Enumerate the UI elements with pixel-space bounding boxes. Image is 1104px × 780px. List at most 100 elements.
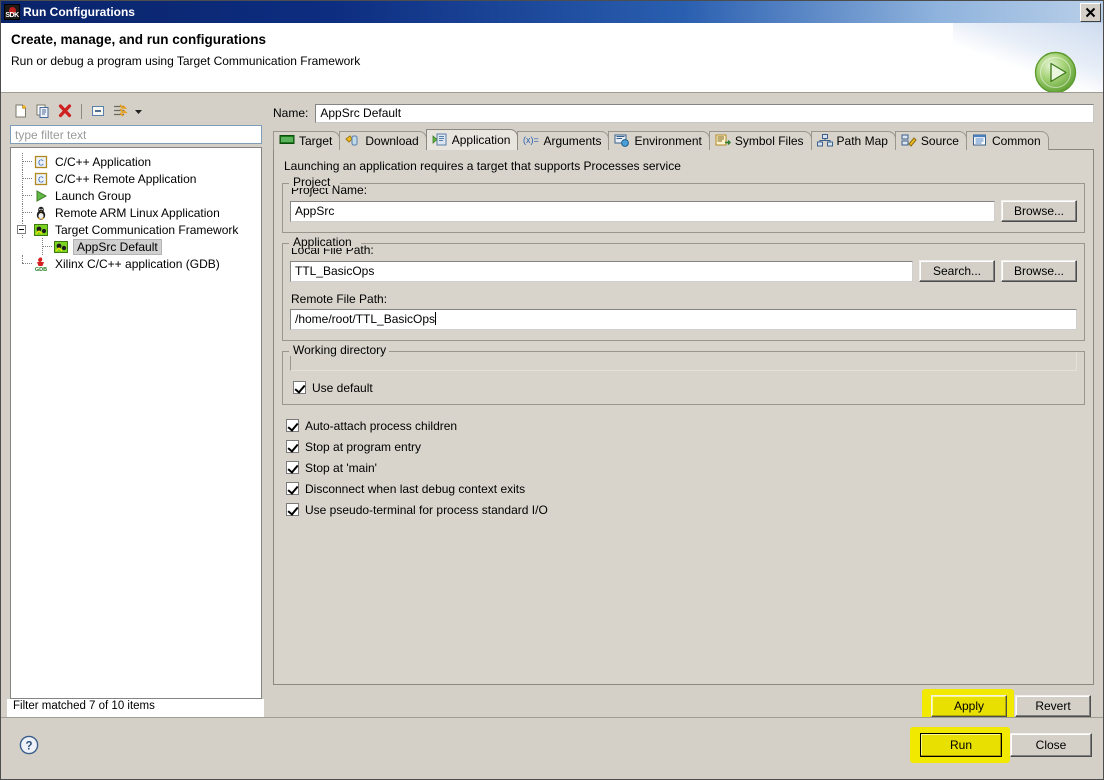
help-question-icon[interactable]: ?: [19, 735, 39, 755]
svg-text:C: C: [38, 158, 44, 167]
configuration-name-input[interactable]: AppSrc Default: [315, 103, 1094, 123]
option-stop-at-program-entry-row[interactable]: Stop at program entry: [286, 436, 1085, 457]
source-icon: [901, 134, 917, 148]
tab-label: Path Map: [836, 134, 888, 148]
option-label: Stop at 'main': [305, 460, 377, 475]
option-checkbox[interactable]: [286, 440, 299, 453]
gdb-icon: GDB: [33, 256, 49, 272]
application-group-title: Application: [290, 236, 355, 248]
revert-button[interactable]: Revert: [1015, 695, 1091, 717]
tab-arguments[interactable]: (x)= Arguments: [517, 131, 610, 150]
options-checkbox-list: Auto-attach process children Stop at pro…: [286, 415, 1085, 520]
remote-file-path-input[interactable]: /home/root/TTL_BasicOps: [290, 309, 1077, 330]
svg-text:C: C: [38, 175, 44, 184]
option-use-pseudo-terminal-row[interactable]: Use pseudo-terminal for process standard…: [286, 499, 1085, 520]
tab-strip: Target Download Application (x)= Argumen…: [273, 129, 1094, 150]
sdk-icon: SDK: [4, 4, 20, 20]
page-title: Create, manage, and run configurations: [11, 32, 267, 47]
launch-group-green-arrow-icon: [33, 188, 49, 204]
list-item-label: Remote ARM Linux Application: [55, 205, 220, 220]
use-default-checkbox-row[interactable]: Use default: [293, 377, 1077, 398]
list-item[interactable]: AppSrc Default: [11, 238, 261, 255]
tab-target[interactable]: Target: [273, 131, 341, 150]
apply-button[interactable]: Apply: [931, 695, 1007, 717]
tab-application[interactable]: Application: [425, 129, 519, 150]
tab-source[interactable]: Source: [894, 131, 967, 150]
tab-label: Symbol Files: [734, 134, 804, 148]
list-item[interactable]: C C/C++ Application: [11, 153, 261, 170]
application-icon: [432, 133, 448, 147]
tab-description: Launching an application requires a targ…: [284, 159, 681, 173]
tab-label: Arguments: [543, 134, 602, 148]
use-default-checkbox[interactable]: [293, 381, 306, 394]
option-label: Use pseudo-terminal for process standard…: [305, 502, 548, 517]
collapse-all-icon[interactable]: [88, 101, 108, 121]
chevron-down-icon[interactable]: [132, 101, 144, 121]
tab-common[interactable]: Common: [965, 131, 1049, 150]
remote-file-path-label: Remote File Path:: [291, 292, 388, 306]
application-group: Application Local File Path: TTL_BasicOp…: [282, 236, 1085, 341]
list-item-label: C/C++ Remote Application: [55, 171, 197, 186]
toolbar-separator: [81, 103, 82, 119]
option-stop-at-main-row[interactable]: Stop at 'main': [286, 457, 1085, 478]
close-icon[interactable]: [1080, 2, 1101, 22]
project-group: Project Project Name: AppSrc Browse...: [282, 176, 1085, 233]
c-app-icon: C: [33, 171, 49, 187]
list-item[interactable]: Launch Group: [11, 187, 261, 204]
option-label: Auto-attach process children: [305, 418, 458, 433]
arguments-icon: (x)=: [523, 134, 539, 148]
tab-label: Common: [991, 134, 1041, 148]
copy-icon[interactable]: [33, 101, 53, 121]
configurations-tree[interactable]: C C/C++ Application C C/C++ Remote Appli…: [10, 147, 262, 699]
new-document-icon[interactable]: [11, 101, 31, 121]
list-item[interactable]: Target Communication Framework: [11, 221, 261, 238]
project-name-label: Project Name:: [291, 183, 368, 197]
target-chip-icon: [279, 134, 295, 148]
tcf-icon: [33, 222, 49, 238]
list-item-label: Xilinx C/C++ application (GDB): [55, 256, 220, 271]
search-input[interactable]: type filter text: [10, 125, 262, 144]
list-item[interactable]: C C/C++ Remote Application: [11, 170, 261, 187]
search-input-placeholder: type filter text: [15, 127, 87, 142]
option-disconnect-last-debug-context-row[interactable]: Disconnect when last debug context exits: [286, 478, 1085, 499]
text-caret: [435, 312, 437, 325]
tab-symbol-files[interactable]: Symbol Files: [708, 131, 812, 150]
project-browse-button[interactable]: Browse...: [1001, 200, 1077, 222]
option-checkbox[interactable]: [286, 503, 299, 516]
working-directory-input[interactable]: [290, 351, 1077, 371]
option-label: Stop at program entry: [305, 439, 422, 454]
tab-path-map[interactable]: Path Map: [810, 131, 896, 150]
run-highlight-wrapper: Run: [910, 727, 1010, 763]
option-checkbox[interactable]: [286, 482, 299, 495]
filter-icon[interactable]: [110, 101, 130, 121]
local-file-search-button[interactable]: Search...: [919, 260, 995, 282]
list-item[interactable]: Remote ARM Linux Application: [11, 204, 261, 221]
run-button[interactable]: Run: [920, 733, 1002, 757]
project-name-input[interactable]: AppSrc: [290, 200, 995, 222]
tab-download[interactable]: Download: [339, 131, 427, 150]
apply-highlight-wrapper: Apply: [922, 689, 1014, 722]
local-file-path-input[interactable]: TTL_BasicOps: [290, 260, 913, 282]
application-tab-panel: Launching an application requires a targ…: [273, 149, 1094, 685]
list-item-label: Target Communication Framework: [55, 222, 239, 237]
option-checkbox[interactable]: [286, 461, 299, 474]
name-label: Name:: [273, 106, 309, 120]
close-button[interactable]: Close: [1010, 733, 1092, 757]
header-banner: Create, manage, and run configurations R…: [1, 23, 1103, 93]
option-checkbox[interactable]: [286, 419, 299, 432]
svg-text:(x)=: (x)=: [523, 135, 539, 145]
tree-collapse-icon[interactable]: [17, 225, 26, 234]
list-item[interactable]: GDB Xilinx C/C++ application (GDB): [11, 255, 261, 272]
footer-buttons: Run Close: [910, 727, 1092, 763]
option-auto-attach-process-children-row[interactable]: Auto-attach process children: [286, 415, 1085, 436]
symbol-files-icon: [715, 134, 731, 148]
dialog-footer: ? Run Close: [1, 717, 1103, 779]
delete-red-x-icon[interactable]: [55, 101, 75, 121]
tab-environment[interactable]: Environment: [608, 131, 710, 150]
header-gradient-decoration: [953, 23, 1103, 92]
window-title: Run Configurations: [23, 5, 135, 19]
path-map-icon: [816, 134, 833, 148]
tab-label: Application: [451, 133, 511, 147]
local-file-browse-button[interactable]: Browse...: [1001, 260, 1077, 282]
configurations-tree-panel: type filter text C C/C++ Application C C…: [7, 99, 264, 717]
